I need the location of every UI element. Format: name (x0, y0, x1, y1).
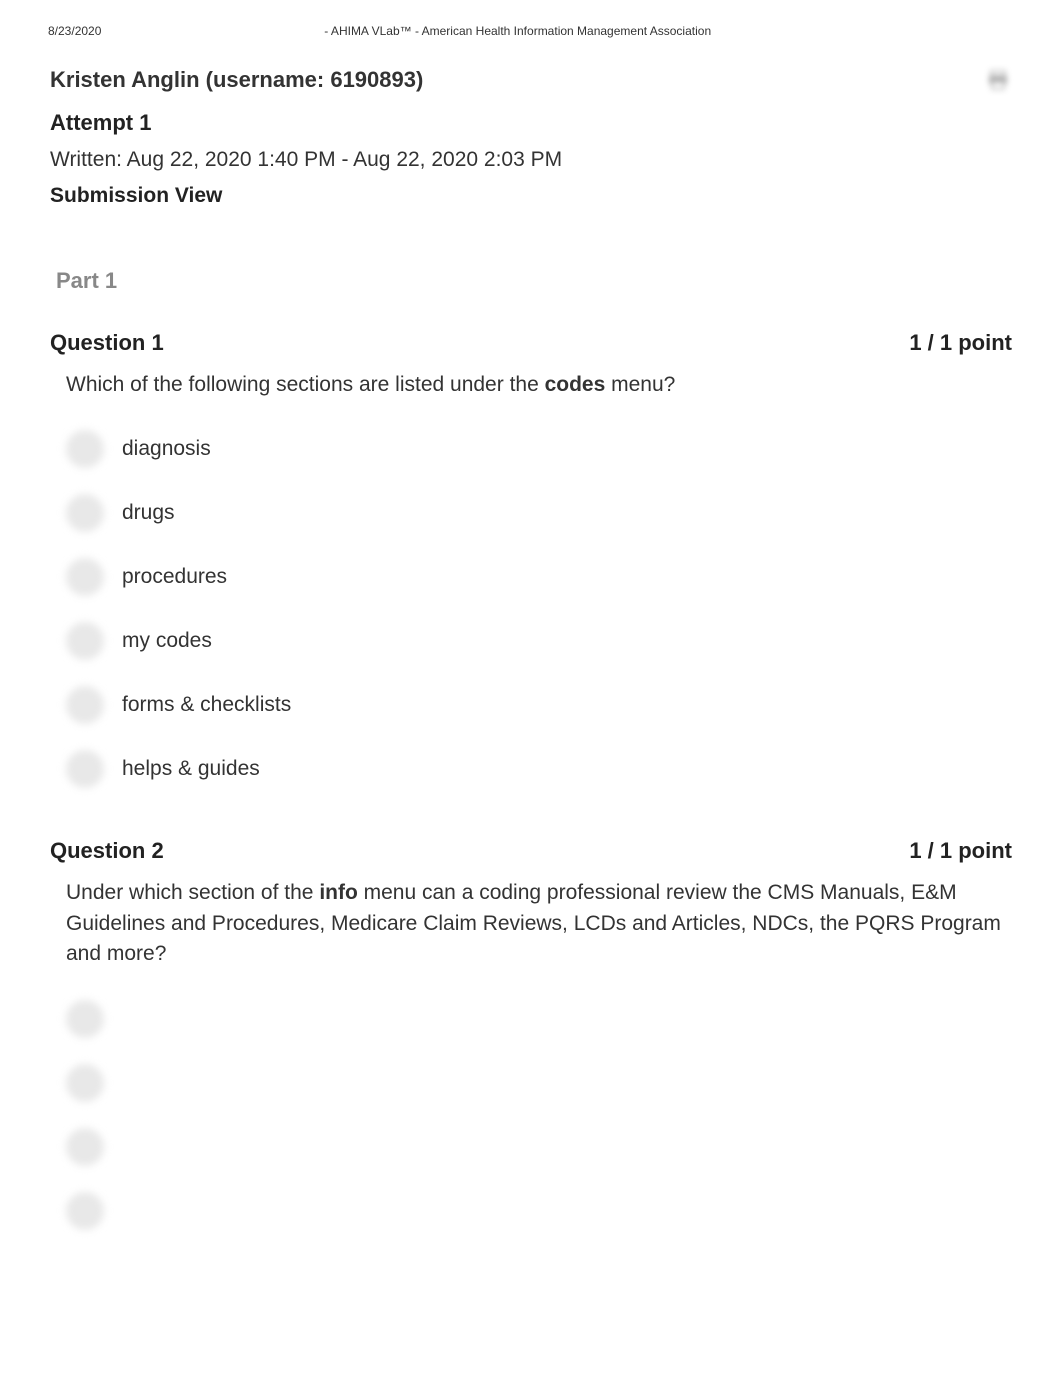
attempt-label: Attempt 1 (50, 110, 1012, 136)
written-label: Written: Aug 22, 2020 1:40 PM - Aug 22, … (50, 148, 1012, 172)
option-label: procedures (122, 565, 227, 589)
submission-view-label: Submission View (50, 184, 1012, 208)
header-title: - AHIMA VLab™ - American Health Informat… (101, 24, 1014, 38)
option-label: forms & checklists (122, 693, 291, 717)
option-row (66, 1192, 1012, 1230)
question-header: Question 1 1 / 1 point (50, 330, 1012, 356)
question-title: Question 2 (50, 838, 164, 864)
question-text-before: Under which section of the (66, 881, 319, 904)
option-label: drugs (122, 501, 175, 525)
radio-icon[interactable] (66, 1192, 104, 1230)
options-list (50, 1000, 1012, 1230)
question-title: Question 1 (50, 330, 164, 356)
option-row (66, 1064, 1012, 1102)
question-text: Under which section of the info menu can… (50, 878, 1012, 969)
radio-icon[interactable] (66, 1000, 104, 1038)
option-row (66, 1128, 1012, 1166)
radio-icon[interactable] (66, 1128, 104, 1166)
question-text-before: Which of the following sections are list… (66, 373, 545, 396)
option-row: diagnosis (66, 430, 1012, 468)
radio-icon[interactable] (66, 494, 104, 532)
radio-icon[interactable] (66, 1064, 104, 1102)
option-row: helps & guides (66, 750, 1012, 788)
radio-icon[interactable] (66, 750, 104, 788)
part-label: Part 1 (50, 268, 1012, 294)
option-row: my codes (66, 622, 1012, 660)
options-list: diagnosis drugs procedures my codes form… (50, 430, 1012, 788)
question-text-bold: info (319, 881, 357, 904)
option-label: diagnosis (122, 437, 211, 461)
question-points: 1 / 1 point (909, 330, 1012, 356)
question-text: Which of the following sections are list… (50, 370, 1012, 400)
print-icon[interactable] (984, 66, 1012, 94)
question-text-bold: codes (545, 373, 606, 396)
radio-icon[interactable] (66, 686, 104, 724)
option-label: my codes (122, 629, 212, 653)
radio-icon[interactable] (66, 558, 104, 596)
question-points: 1 / 1 point (909, 838, 1012, 864)
question-block: Question 2 1 / 1 point Under which secti… (50, 838, 1012, 1229)
option-row: drugs (66, 494, 1012, 532)
user-row: Kristen Anglin (username: 6190893) (50, 66, 1012, 94)
option-row (66, 1000, 1012, 1038)
user-info: Kristen Anglin (username: 6190893) (50, 67, 423, 93)
question-block: Question 1 1 / 1 point Which of the foll… (50, 330, 1012, 788)
header-date: 8/23/2020 (48, 24, 101, 38)
option-row: procedures (66, 558, 1012, 596)
question-header: Question 2 1 / 1 point (50, 838, 1012, 864)
question-text-after: menu? (605, 373, 675, 396)
radio-icon[interactable] (66, 430, 104, 468)
content: Kristen Anglin (username: 6190893) Attem… (0, 46, 1062, 1300)
page-header: 8/23/2020 - AHIMA VLab™ - American Healt… (0, 0, 1062, 46)
option-row: forms & checklists (66, 686, 1012, 724)
option-label: helps & guides (122, 757, 260, 781)
radio-icon[interactable] (66, 622, 104, 660)
